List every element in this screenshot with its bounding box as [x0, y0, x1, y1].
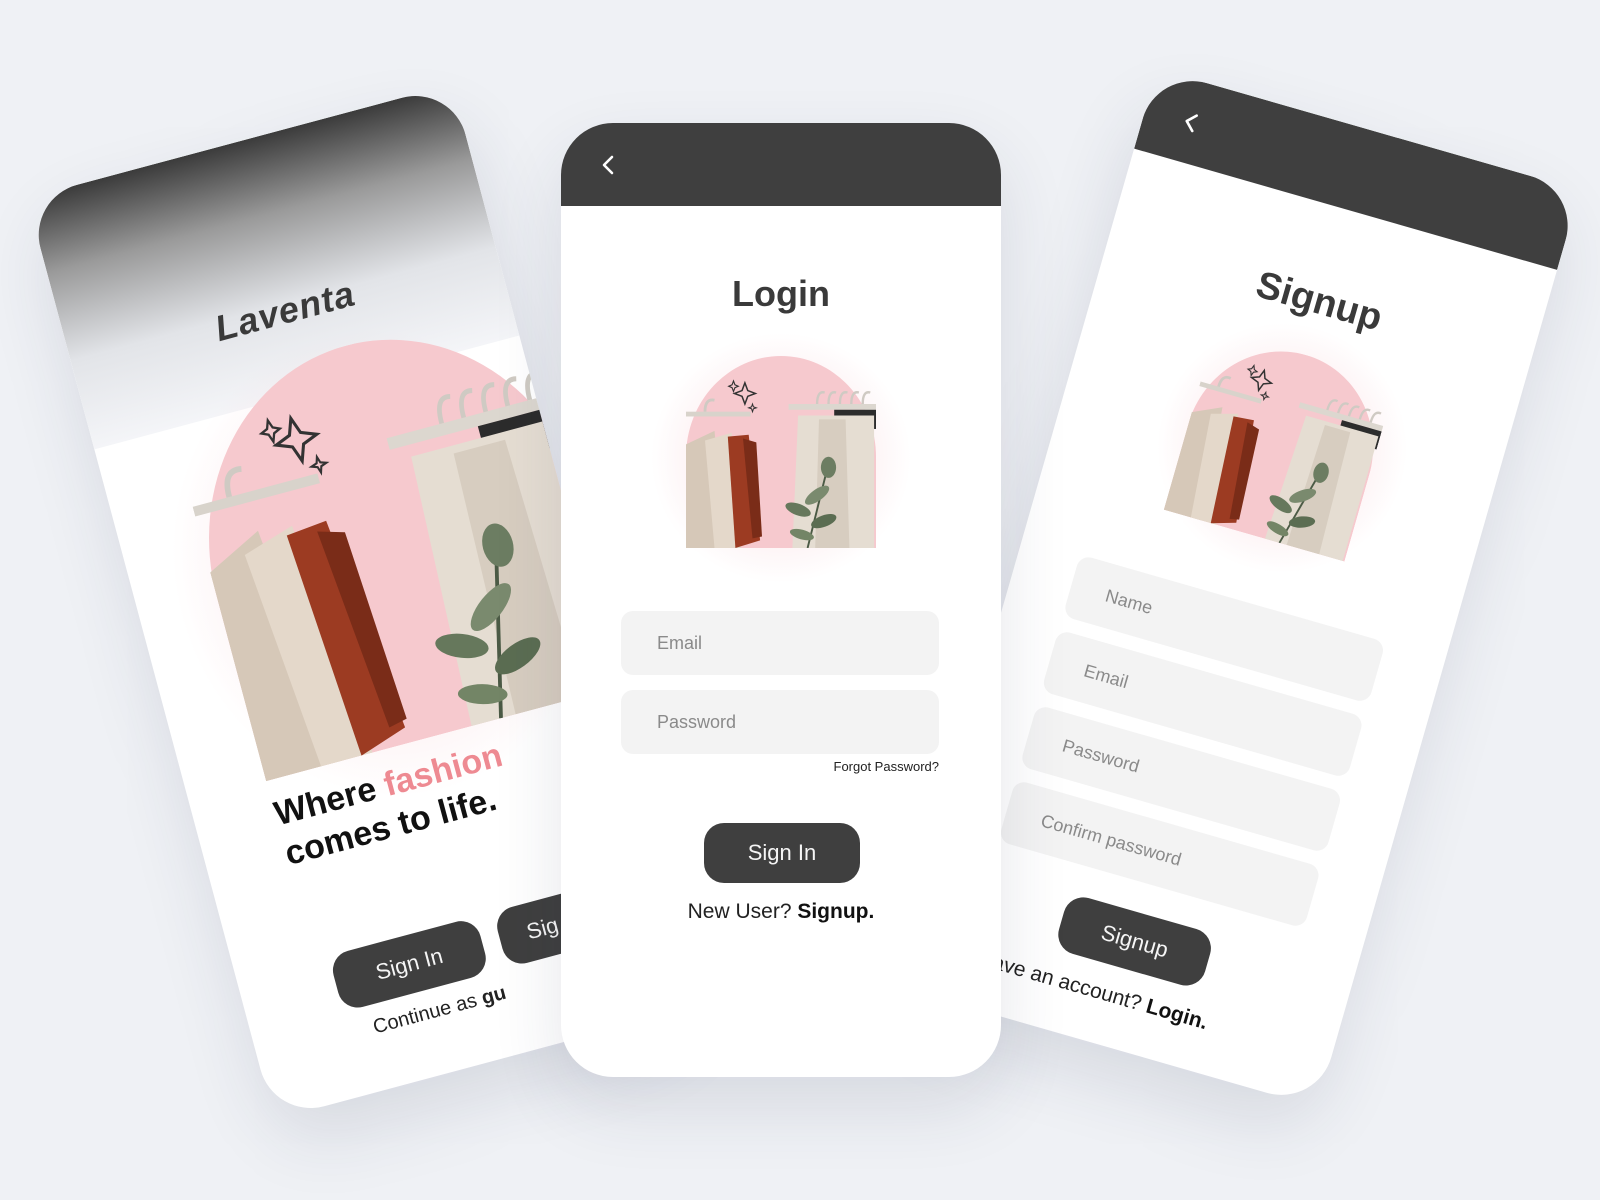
email-field[interactable]	[621, 611, 939, 675]
signup-prompt-text: New User?	[687, 900, 798, 923]
signup-link[interactable]: Signup.	[797, 900, 874, 923]
back-button[interactable]	[591, 147, 627, 183]
login-link[interactable]: Login.	[1144, 995, 1211, 1034]
forgot-password-link[interactable]: Forgot Password?	[834, 759, 940, 774]
chevron-left-icon	[602, 155, 614, 175]
login-title: Login	[732, 273, 830, 314]
login-illustration	[686, 356, 876, 548]
guest-link[interactable]: gu	[479, 982, 508, 1010]
login-screen: Login Forgot Password? Sign In New User?…	[561, 123, 1001, 1077]
signin-button[interactable]: Sign In	[704, 823, 860, 883]
signup-topbar	[1134, 68, 1580, 270]
signup-prompt: New User? Signup.	[561, 900, 1001, 924]
login-topbar	[561, 123, 1001, 206]
back-button[interactable]	[1169, 100, 1214, 145]
password-field[interactable]	[621, 690, 939, 754]
chevron-left-icon	[1185, 114, 1198, 133]
